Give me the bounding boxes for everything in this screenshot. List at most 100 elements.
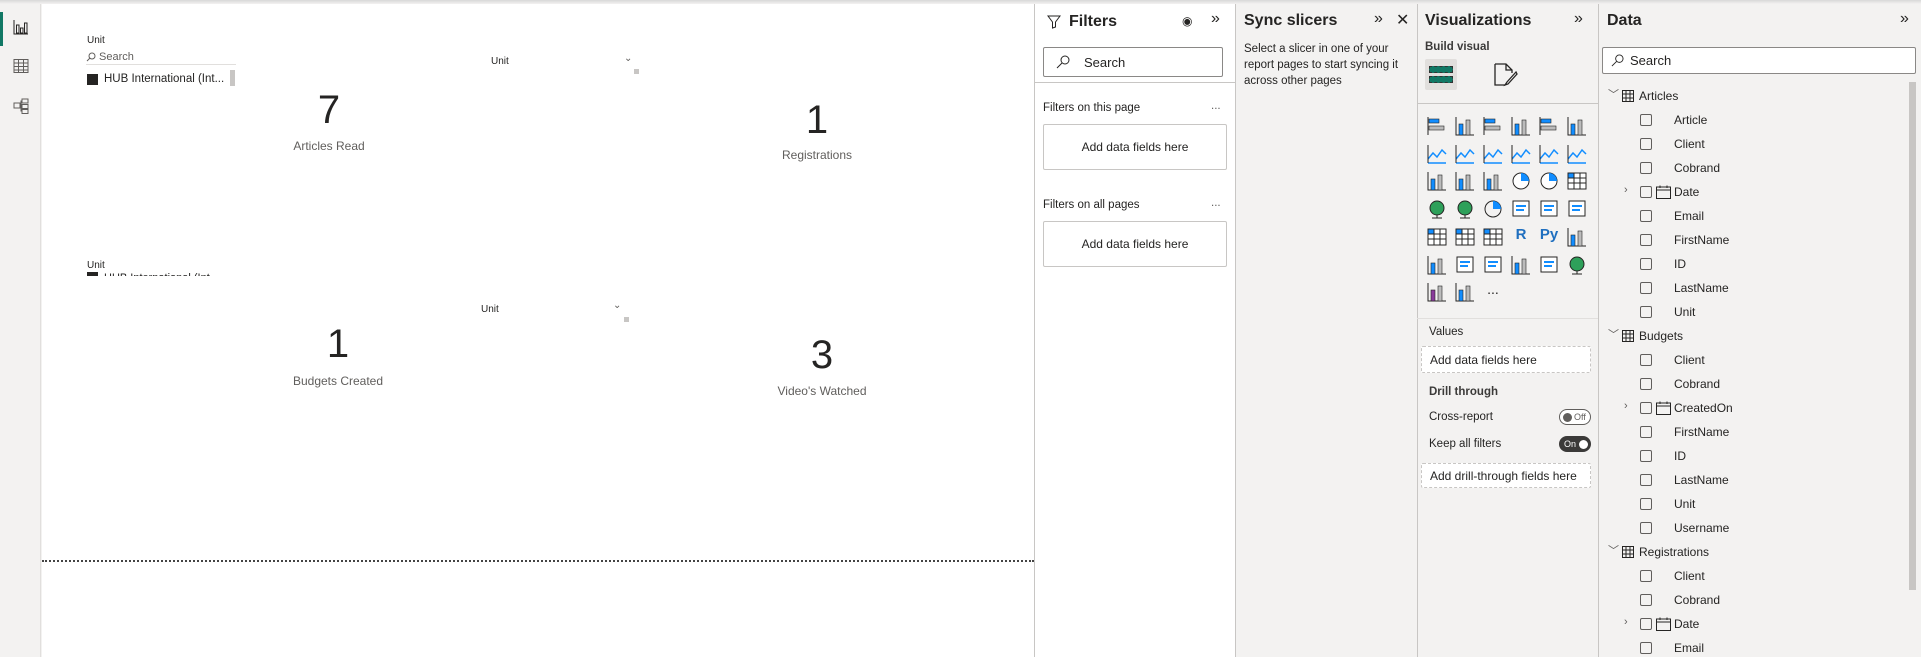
field-checkbox[interactable]	[1640, 186, 1652, 198]
values-drop-zone[interactable]: Add data fields here	[1421, 346, 1591, 373]
filters-all-pages-drop-zone[interactable]: Add data fields here	[1043, 221, 1227, 267]
power-automate-icon[interactable]	[1454, 281, 1476, 303]
100-stacked-column-icon[interactable]	[1566, 115, 1588, 137]
field-item[interactable]: Unit	[1602, 492, 1902, 516]
power-apps-icon[interactable]	[1426, 281, 1448, 303]
field-checkbox[interactable]	[1640, 306, 1652, 318]
field-item[interactable]: FirstName	[1602, 228, 1902, 252]
field-checkbox[interactable]	[1640, 594, 1652, 606]
donut-icon[interactable]	[1538, 170, 1560, 192]
table-node[interactable]: ﹀ Registrations	[1602, 540, 1902, 564]
field-checkbox[interactable]	[1640, 234, 1652, 246]
scatter-icon[interactable]	[1482, 170, 1504, 192]
resize-handle[interactable]	[624, 317, 629, 322]
field-item[interactable]: Article	[1602, 108, 1902, 132]
chevron-right-icon[interactable]: ›	[1624, 400, 1628, 412]
area-chart-icon[interactable]	[1454, 143, 1476, 165]
field-checkbox[interactable]	[1640, 114, 1652, 126]
stacked-column-icon[interactable]	[1454, 115, 1476, 137]
pie-icon[interactable]	[1510, 170, 1532, 192]
field-item[interactable]: Cobrand	[1602, 372, 1902, 396]
field-item[interactable]: Email	[1602, 204, 1902, 228]
multi-row-card-icon[interactable]	[1538, 198, 1560, 220]
chevron-right-icon[interactable]: ›	[1624, 616, 1628, 628]
collapse-sync-icon[interactable]: »	[1374, 10, 1383, 28]
close-icon[interactable]: ✕	[1396, 10, 1409, 30]
azure-map-icon[interactable]	[1566, 254, 1588, 276]
field-checkbox[interactable]	[1640, 450, 1652, 462]
field-item[interactable]: Client	[1602, 348, 1902, 372]
slicer-scrollbar[interactable]	[230, 70, 235, 86]
collapse-data-icon[interactable]: »	[1900, 10, 1909, 28]
field-checkbox[interactable]	[1640, 258, 1652, 270]
qa-icon[interactable]	[1454, 254, 1476, 276]
field-item[interactable]: › Date	[1602, 612, 1902, 636]
table-view-button[interactable]	[4, 51, 38, 81]
funnel-icon[interactable]	[1454, 170, 1476, 192]
field-item[interactable]: Username	[1602, 516, 1902, 540]
field-item[interactable]: Client	[1602, 564, 1902, 588]
collapse-filters-icon[interactable]: »	[1211, 10, 1220, 28]
field-checkbox[interactable]	[1640, 402, 1652, 414]
field-checkbox[interactable]	[1640, 210, 1652, 222]
field-checkbox[interactable]	[1640, 354, 1652, 366]
slicer-search-input[interactable]: Search	[86, 50, 236, 65]
field-item[interactable]: Cobrand	[1602, 156, 1902, 180]
more-icon[interactable]: ...	[1482, 281, 1504, 303]
map-icon[interactable]	[1426, 198, 1448, 220]
field-item[interactable]: › Date	[1602, 180, 1902, 204]
field-checkbox[interactable]	[1640, 282, 1652, 294]
chevron-down-icon[interactable]: ﹀	[1608, 542, 1619, 558]
field-item[interactable]: ID	[1602, 252, 1902, 276]
collapse-visualizations-icon[interactable]: »	[1574, 10, 1583, 28]
key-influencers-icon[interactable]	[1566, 226, 1588, 248]
data-scrollbar[interactable]	[1909, 82, 1916, 590]
cross-report-toggle[interactable]: Off	[1559, 409, 1591, 425]
report-view-button[interactable]	[4, 12, 38, 42]
slicer-checkbox[interactable]	[87, 73, 98, 85]
field-item[interactable]: Cobrand	[1602, 588, 1902, 612]
eye-icon[interactable]: ◉	[1182, 14, 1192, 28]
table-node[interactable]: ﹀ Articles	[1602, 84, 1902, 108]
chevron-down-icon[interactable]: ﹀	[1608, 86, 1619, 102]
field-checkbox[interactable]	[1640, 570, 1652, 582]
field-item[interactable]: LastName	[1602, 468, 1902, 492]
model-view-button[interactable]	[4, 91, 38, 121]
keep-all-filters-toggle[interactable]: On	[1559, 436, 1591, 452]
field-item[interactable]: ID	[1602, 444, 1902, 468]
line-stacked-column-icon[interactable]	[1538, 143, 1560, 165]
waterfall-icon[interactable]	[1426, 170, 1448, 192]
kpi-icon[interactable]	[1566, 198, 1588, 220]
slicer-item[interactable]: HUB International (Int...	[87, 272, 237, 276]
build-visual-tab[interactable]	[1425, 59, 1457, 90]
paginated-report-icon[interactable]	[1538, 254, 1560, 276]
ribbon-chart-icon[interactable]	[1566, 143, 1588, 165]
chevron-down-icon[interactable]: ﹀	[1608, 326, 1619, 342]
gauge-icon[interactable]	[1482, 198, 1504, 220]
field-item[interactable]: › CreatedOn	[1602, 396, 1902, 420]
table-node[interactable]: ﹀ Budgets	[1602, 324, 1902, 348]
trophy-icon[interactable]	[1510, 254, 1532, 276]
field-checkbox[interactable]	[1640, 618, 1652, 630]
field-item[interactable]: LastName	[1602, 276, 1902, 300]
clustered-bar-icon[interactable]	[1482, 115, 1504, 137]
field-item[interactable]: Email	[1602, 636, 1902, 657]
stacked-bar-icon[interactable]	[1426, 115, 1448, 137]
slicer-item[interactable]: HUB International (Int...	[87, 73, 224, 85]
line-chart-icon[interactable]	[1426, 143, 1448, 165]
slicer-icon[interactable]	[1426, 226, 1448, 248]
chevron-right-icon[interactable]: ›	[1624, 184, 1628, 196]
format-visual-tab[interactable]	[1492, 62, 1518, 93]
decomposition-tree-icon[interactable]	[1426, 254, 1448, 276]
stacked-area-icon[interactable]	[1482, 143, 1504, 165]
field-checkbox[interactable]	[1640, 162, 1652, 174]
card-icon[interactable]	[1510, 198, 1532, 220]
more-options-button[interactable]: ...	[1211, 197, 1221, 209]
field-checkbox[interactable]	[1640, 522, 1652, 534]
more-options-button[interactable]: ...	[1211, 100, 1221, 112]
treemap-icon[interactable]	[1566, 170, 1588, 192]
filters-this-page-drop-zone[interactable]: Add data fields here	[1043, 124, 1227, 170]
clustered-column-icon[interactable]	[1510, 115, 1532, 137]
field-checkbox[interactable]	[1640, 498, 1652, 510]
r-visual-icon[interactable]: R	[1510, 226, 1532, 248]
